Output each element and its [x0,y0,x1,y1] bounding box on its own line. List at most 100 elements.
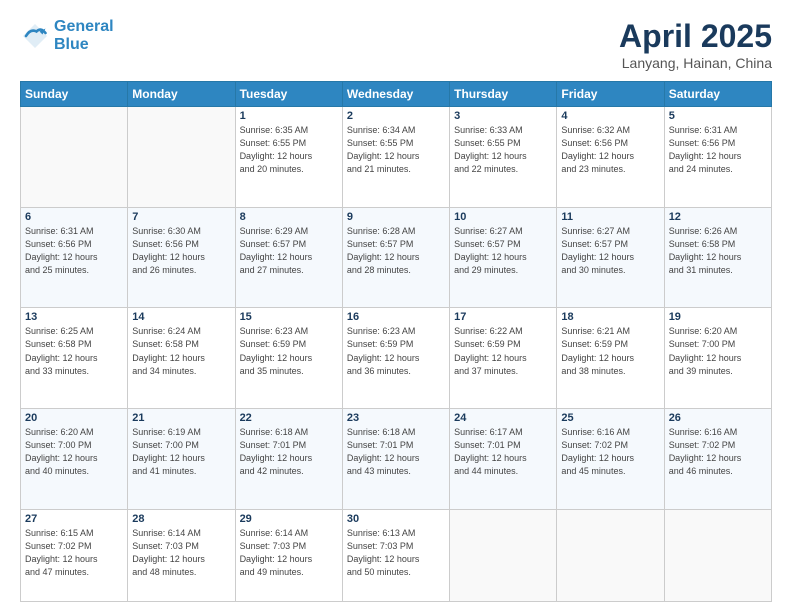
day-number: 5 [669,110,767,122]
day-info: Sunrise: 6:17 AM Sunset: 7:01 PM Dayligh… [454,426,552,478]
calendar-cell: 29Sunrise: 6:14 AM Sunset: 7:03 PM Dayli… [235,509,342,601]
day-info: Sunrise: 6:25 AM Sunset: 6:58 PM Dayligh… [25,325,123,377]
calendar-cell: 6 Sunrise: 6:31 AM Sunset: 6:56 PM Daylig… [21,207,128,308]
calendar-cell: 9 Sunrise: 6:28 AM Sunset: 6:57 PM Daylig… [342,207,449,308]
day-info: Sunrise: 6:19 AM Sunset: 7:00 PM Dayligh… [132,426,230,478]
calendar-cell [21,107,128,208]
calendar-table: SundayMondayTuesdayWednesdayThursdayFrid… [20,81,772,602]
day-info: Sunrise: 6:26 AM Sunset: 6:58 PM Dayligh… [669,225,767,277]
day-info: Sunrise: 6:22 AM Sunset: 6:59 PM Dayligh… [454,325,552,377]
day-info: Sunrise: 6:24 AM Sunset: 6:58 PM Dayligh… [132,325,230,377]
day-number: 30 [347,513,445,525]
day-number: 8 [240,211,338,223]
day-info: Sunrise: 6:29 AM Sunset: 6:57 PM Dayligh… [240,225,338,277]
day-of-week-header: Wednesday [342,82,449,107]
calendar-cell: 3 Sunrise: 6:33 AM Sunset: 6:55 PM Daylig… [450,107,557,208]
day-number: 20 [25,412,123,424]
calendar-cell: 8 Sunrise: 6:29 AM Sunset: 6:57 PM Daylig… [235,207,342,308]
day-number: 21 [132,412,230,424]
page: General Blue April 2025 Lanyang, Hainan,… [0,0,792,612]
day-of-week-header: Sunday [21,82,128,107]
calendar-cell: 20Sunrise: 6:20 AM Sunset: 7:00 PM Dayli… [21,409,128,510]
day-info: Sunrise: 6:32 AM Sunset: 6:56 PM Dayligh… [561,124,659,176]
day-of-week-header: Thursday [450,82,557,107]
day-number: 28 [132,513,230,525]
calendar-cell: 15 Sunrise: 6:23 AM Sunset: 6:59 PM Dayli… [235,308,342,409]
calendar-cell: 23 Sunrise: 6:18 AM Sunset: 7:01 PM Dayli… [342,409,449,510]
day-info: Sunrise: 6:27 AM Sunset: 6:57 PM Dayligh… [454,225,552,277]
day-info: Sunrise: 6:21 AM Sunset: 6:59 PM Dayligh… [561,325,659,377]
calendar-cell: 26Sunrise: 6:16 AM Sunset: 7:02 PM Dayli… [664,409,771,510]
day-info: Sunrise: 6:16 AM Sunset: 7:02 PM Dayligh… [561,426,659,478]
day-number: 27 [25,513,123,525]
day-info: Sunrise: 6:33 AM Sunset: 6:55 PM Dayligh… [454,124,552,176]
calendar-cell: 5 Sunrise: 6:31 AM Sunset: 6:56 PM Daylig… [664,107,771,208]
calendar-cell [450,509,557,601]
day-number: 14 [132,311,230,323]
day-info: Sunrise: 6:35 AM Sunset: 6:55 PM Dayligh… [240,124,338,176]
day-number: 23 [347,412,445,424]
calendar-week-row: 20Sunrise: 6:20 AM Sunset: 7:00 PM Dayli… [21,409,772,510]
day-number: 3 [454,110,552,122]
day-number: 15 [240,311,338,323]
day-number: 9 [347,211,445,223]
day-info: Sunrise: 6:20 AM Sunset: 7:00 PM Dayligh… [669,325,767,377]
calendar-cell: 10 Sunrise: 6:27 AM Sunset: 6:57 PM Dayli… [450,207,557,308]
calendar-week-row: 27 Sunrise: 6:15 AM Sunset: 7:02 PM Dayli… [21,509,772,601]
day-number: 10 [454,211,552,223]
calendar-cell: 25Sunrise: 6:16 AM Sunset: 7:02 PM Dayli… [557,409,664,510]
calendar-cell [664,509,771,601]
day-info: Sunrise: 6:16 AM Sunset: 7:02 PM Dayligh… [669,426,767,478]
day-number: 4 [561,110,659,122]
header: General Blue April 2025 Lanyang, Hainan,… [20,18,772,71]
title-block: April 2025 Lanyang, Hainan, China [619,18,772,71]
main-title: April 2025 [619,18,772,55]
day-number: 6 [25,211,123,223]
calendar-cell: 27 Sunrise: 6:15 AM Sunset: 7:02 PM Dayli… [21,509,128,601]
day-info: Sunrise: 6:34 AM Sunset: 6:55 PM Dayligh… [347,124,445,176]
day-of-week-header: Saturday [664,82,771,107]
calendar-cell: 21 Sunrise: 6:19 AM Sunset: 7:00 PM Dayli… [128,409,235,510]
day-info: Sunrise: 6:15 AM Sunset: 7:02 PM Dayligh… [25,527,123,579]
day-number: 12 [669,211,767,223]
day-number: 13 [25,311,123,323]
calendar-week-row: 13 Sunrise: 6:25 AM Sunset: 6:58 PM Dayli… [21,308,772,409]
day-number: 11 [561,211,659,223]
day-number: 1 [240,110,338,122]
day-of-week-header: Friday [557,82,664,107]
day-number: 19 [669,311,767,323]
day-info: Sunrise: 6:23 AM Sunset: 6:59 PM Dayligh… [240,325,338,377]
day-number: 16 [347,311,445,323]
calendar-cell: 22Sunrise: 6:18 AM Sunset: 7:01 PM Dayli… [235,409,342,510]
day-number: 7 [132,211,230,223]
calendar-cell: 11 Sunrise: 6:27 AM Sunset: 6:57 PM Dayli… [557,207,664,308]
calendar-cell [128,107,235,208]
calendar-header-row: SundayMondayTuesdayWednesdayThursdayFrid… [21,82,772,107]
calendar-cell: 16Sunrise: 6:23 AM Sunset: 6:59 PM Dayli… [342,308,449,409]
logo-icon [20,21,50,51]
calendar-cell: 2Sunrise: 6:34 AM Sunset: 6:55 PM Daylig… [342,107,449,208]
logo-text: General Blue [54,18,114,53]
day-info: Sunrise: 6:31 AM Sunset: 6:56 PM Dayligh… [25,225,123,277]
day-info: Sunrise: 6:28 AM Sunset: 6:57 PM Dayligh… [347,225,445,277]
calendar-week-row: 6 Sunrise: 6:31 AM Sunset: 6:56 PM Daylig… [21,207,772,308]
calendar-cell: 19 Sunrise: 6:20 AM Sunset: 7:00 PM Dayli… [664,308,771,409]
calendar-cell: 28Sunrise: 6:14 AM Sunset: 7:03 PM Dayli… [128,509,235,601]
day-number: 17 [454,311,552,323]
day-of-week-header: Monday [128,82,235,107]
day-info: Sunrise: 6:14 AM Sunset: 7:03 PM Dayligh… [240,527,338,579]
day-number: 24 [454,412,552,424]
day-info: Sunrise: 6:18 AM Sunset: 7:01 PM Dayligh… [347,426,445,478]
day-info: Sunrise: 6:18 AM Sunset: 7:01 PM Dayligh… [240,426,338,478]
day-info: Sunrise: 6:30 AM Sunset: 6:56 PM Dayligh… [132,225,230,277]
day-info: Sunrise: 6:13 AM Sunset: 7:03 PM Dayligh… [347,527,445,579]
day-of-week-header: Tuesday [235,82,342,107]
calendar-cell: 12 Sunrise: 6:26 AM Sunset: 6:58 PM Dayli… [664,207,771,308]
calendar-week-row: 1 Sunrise: 6:35 AM Sunset: 6:55 PM Daylig… [21,107,772,208]
subtitle: Lanyang, Hainan, China [619,55,772,71]
day-info: Sunrise: 6:31 AM Sunset: 6:56 PM Dayligh… [669,124,767,176]
calendar-cell [557,509,664,601]
logo-line1: General [54,18,114,35]
calendar-cell: 1 Sunrise: 6:35 AM Sunset: 6:55 PM Daylig… [235,107,342,208]
day-info: Sunrise: 6:27 AM Sunset: 6:57 PM Dayligh… [561,225,659,277]
